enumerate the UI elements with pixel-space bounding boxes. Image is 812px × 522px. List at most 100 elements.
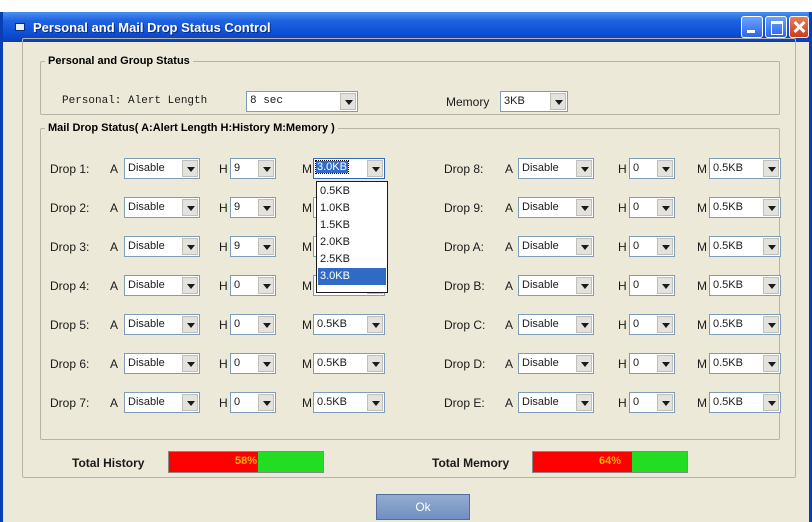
drop-9-alert-select[interactable]: Disable [518, 197, 594, 218]
dropdown-option[interactable]: 2.5KB [318, 251, 386, 268]
drop-e-history-select[interactable]: 0 [629, 392, 675, 413]
chevron-down-icon[interactable] [763, 394, 779, 411]
chevron-down-icon[interactable] [367, 394, 383, 411]
drop-2-history-select-value: 9 [234, 201, 241, 213]
chevron-down-icon[interactable] [576, 199, 592, 216]
chevron-down-icon[interactable] [182, 277, 198, 294]
minimize-icon[interactable] [741, 16, 763, 38]
maximize-icon[interactable] [765, 16, 787, 38]
dropdown-option[interactable]: 1.5KB [318, 217, 386, 234]
drop-1-memory-select[interactable]: 3.0KB [313, 158, 385, 179]
chevron-down-icon[interactable] [182, 238, 198, 255]
chevron-down-icon[interactable] [576, 238, 592, 255]
drop-6-history-select[interactable]: 0 [230, 353, 276, 374]
drop-4-history-select[interactable]: 0 [230, 275, 276, 296]
chevron-down-icon[interactable] [576, 316, 592, 333]
drop-b-memory-select[interactable]: 0.5KB [709, 275, 781, 296]
chevron-down-icon[interactable] [367, 160, 383, 177]
chevron-down-icon[interactable] [657, 394, 673, 411]
chevron-down-icon[interactable] [258, 238, 274, 255]
chevron-down-icon[interactable] [576, 394, 592, 411]
chevron-down-icon[interactable] [657, 316, 673, 333]
drop-7-alert-select[interactable]: Disable [124, 392, 200, 413]
drop-c-history-select[interactable]: 0 [629, 314, 675, 335]
chevron-down-icon[interactable] [258, 199, 274, 216]
chevron-down-icon[interactable] [576, 355, 592, 372]
chevron-down-icon[interactable] [182, 355, 198, 372]
chevron-down-icon[interactable] [367, 355, 383, 372]
drop-e-alert-select[interactable]: Disable [518, 392, 594, 413]
drop-2-history-select[interactable]: 9 [230, 197, 276, 218]
ok-button[interactable]: Ok [376, 494, 470, 520]
chevron-down-icon[interactable] [763, 160, 779, 177]
chevron-down-icon[interactable] [763, 238, 779, 255]
close-icon[interactable] [789, 16, 809, 38]
chevron-down-icon[interactable] [258, 316, 274, 333]
drop-4-alert-select[interactable]: Disable [124, 275, 200, 296]
memory-prefix: M [302, 162, 312, 176]
chevron-down-icon[interactable] [657, 199, 673, 216]
drop-3-history-select[interactable]: 9 [230, 236, 276, 257]
chevron-down-icon[interactable] [657, 238, 673, 255]
chevron-down-icon[interactable] [182, 199, 198, 216]
drop-d-alert-select-value: Disable [522, 357, 559, 369]
dropdown-option[interactable]: 2.0KB [318, 234, 386, 251]
drop-7-history-select[interactable]: 0 [230, 392, 276, 413]
drop-e-memory-select[interactable]: 0.5KB [709, 392, 781, 413]
chevron-down-icon[interactable] [763, 355, 779, 372]
chevron-down-icon[interactable] [258, 277, 274, 294]
dropdown-option-highlighted[interactable]: 3.0KB [318, 268, 386, 285]
drop-b-alert-select[interactable]: Disable [518, 275, 594, 296]
drop-9-history-select[interactable]: 0 [629, 197, 675, 218]
chevron-down-icon[interactable] [657, 277, 673, 294]
chevron-down-icon[interactable] [550, 93, 566, 110]
chevron-down-icon[interactable] [182, 160, 198, 177]
drop-b-history-select[interactable]: 0 [629, 275, 675, 296]
drop-7-memory-select[interactable]: 0.5KB [313, 392, 385, 413]
drop-2-alert-select[interactable]: Disable [124, 197, 200, 218]
drop-9-memory-select[interactable]: 0.5KB [709, 197, 781, 218]
drop-d-alert-select[interactable]: Disable [518, 353, 594, 374]
chevron-down-icon[interactable] [182, 394, 198, 411]
chevron-down-icon[interactable] [657, 160, 673, 177]
drop-8-history-select[interactable]: 0 [629, 158, 675, 179]
drop-c-alert-select[interactable]: Disable [518, 314, 594, 335]
chevron-down-icon[interactable] [367, 316, 383, 333]
chevron-down-icon[interactable] [657, 355, 673, 372]
drop-3-label: Drop 3: [50, 240, 90, 254]
chevron-down-icon[interactable] [576, 277, 592, 294]
drop-5-memory-select[interactable]: 0.5KB [313, 314, 385, 335]
chevron-down-icon[interactable] [258, 160, 274, 177]
drop-8-alert-select[interactable]: Disable [518, 158, 594, 179]
chevron-down-icon[interactable] [763, 277, 779, 294]
dropdown-option[interactable]: 0.5KB [318, 183, 386, 200]
total-history-bar: 58% [168, 451, 324, 473]
drop-1-history-select[interactable]: 9 [230, 158, 276, 179]
chevron-down-icon[interactable] [258, 355, 274, 372]
drop-a-history-select[interactable]: 0 [629, 236, 675, 257]
chevron-down-icon[interactable] [576, 160, 592, 177]
drop-5-history-select[interactable]: 0 [230, 314, 276, 335]
drop-d-history-select[interactable]: 0 [629, 353, 675, 374]
drop-6-alert-select[interactable]: Disable [124, 353, 200, 374]
drop-1-alert-select[interactable]: Disable [124, 158, 200, 179]
memory-dropdown-list[interactable]: 0.5KB 1.0KB 1.5KB 2.0KB 2.5KB 3.0KB [316, 181, 388, 293]
drop-d-memory-select[interactable]: 0.5KB [709, 353, 781, 374]
drop-5-alert-select[interactable]: Disable [124, 314, 200, 335]
alert-prefix: A [505, 396, 514, 410]
drop-6-memory-select[interactable]: 0.5KB [313, 353, 385, 374]
drop-3-alert-select[interactable]: Disable [124, 236, 200, 257]
total-history-label: Total History [72, 456, 145, 470]
drop-c-memory-select[interactable]: 0.5KB [709, 314, 781, 335]
drop-a-memory-select[interactable]: 0.5KB [709, 236, 781, 257]
personal-alert-select[interactable]: 8 sec [246, 91, 358, 112]
personal-memory-select[interactable]: 3KB [500, 91, 568, 112]
chevron-down-icon[interactable] [763, 199, 779, 216]
chevron-down-icon[interactable] [258, 394, 274, 411]
chevron-down-icon[interactable] [182, 316, 198, 333]
chevron-down-icon[interactable] [763, 316, 779, 333]
dropdown-option[interactable]: 1.0KB [318, 200, 386, 217]
chevron-down-icon[interactable] [340, 93, 356, 110]
drop-a-alert-select[interactable]: Disable [518, 236, 594, 257]
drop-8-memory-select[interactable]: 0.5KB [709, 158, 781, 179]
